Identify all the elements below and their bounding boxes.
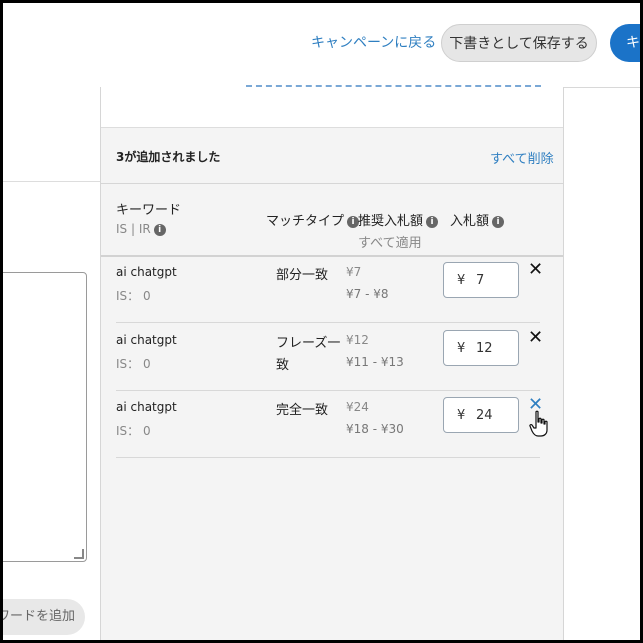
match-type-label: マッチタイプ bbox=[266, 214, 345, 229]
match-type-value: 完全一致 bbox=[276, 403, 329, 418]
table-row: ai chatgpt IS： 0 フレーズ一致 ¥12 ¥11 - ¥13 ¥ … bbox=[101, 325, 563, 393]
keyword-text: ai chatgpt bbox=[116, 265, 177, 279]
table-row: ai chatgpt IS： 0 完全一致 ¥24 ¥18 - ¥30 ¥ 24… bbox=[101, 392, 563, 460]
row-divider bbox=[116, 457, 540, 458]
column-header-recommended-bid: 推奨入札額 i bbox=[358, 210, 439, 229]
added-count-title: 3が追加されました bbox=[116, 150, 221, 164]
panel-top-strip bbox=[101, 87, 563, 128]
add-keyword-button[interactable]: ワードを追加 bbox=[3, 599, 85, 635]
column-header-match-type: マッチタイプ i bbox=[266, 210, 360, 229]
primary-action-button[interactable]: キ bbox=[610, 24, 640, 62]
currency-symbol: ¥ bbox=[457, 273, 466, 288]
match-type-value: 部分一致 bbox=[276, 268, 329, 283]
recommended-bid-label: 推奨入札額 bbox=[358, 214, 424, 229]
back-to-campaign-link[interactable]: キャンペーンに戻る bbox=[311, 32, 436, 52]
is-value: IS： 0 bbox=[116, 424, 151, 438]
table-row: ai chatgpt IS： 0 部分一致 ¥7 ¥7 - ¥8 ¥ 7 ✕ bbox=[101, 257, 563, 325]
apply-all-link[interactable]: すべて適用 bbox=[358, 232, 422, 251]
column-header-bid: 入札額 i bbox=[450, 210, 505, 229]
resize-handle-icon[interactable] bbox=[74, 549, 84, 559]
divider bbox=[3, 181, 100, 182]
bid-input[interactable]: ¥ 24 bbox=[443, 397, 519, 433]
column-header-is-ir: IS | IR i bbox=[116, 222, 166, 236]
added-keywords-panel: 3が追加されました すべて削除 キーワード IS | IR i マッチタイプ i 推… bbox=[100, 87, 564, 640]
recommended-bid-range: ¥7 - ¥8 bbox=[346, 287, 389, 301]
keyword-text: ai chatgpt bbox=[116, 333, 177, 347]
match-type-value: フレーズ一致 bbox=[276, 336, 341, 373]
delete-all-link[interactable]: すべて削除 bbox=[490, 148, 554, 167]
top-header: キャンペーンに戻る 下書きとして保存する キ bbox=[3, 3, 640, 88]
bid-input[interactable]: ¥ 7 bbox=[443, 262, 519, 298]
currency-symbol: ¥ bbox=[457, 408, 466, 423]
is-value: IS： 0 bbox=[116, 357, 151, 371]
divider bbox=[101, 183, 563, 184]
close-icon[interactable]: ✕ bbox=[528, 327, 543, 348]
keyword-entry-panel: ワードを追加 bbox=[3, 87, 100, 640]
keyword-text: ai chatgpt bbox=[116, 400, 177, 414]
bid-value: 7 bbox=[476, 273, 485, 288]
recommended-bid-range: ¥11 - ¥13 bbox=[346, 355, 404, 369]
keyword-textarea[interactable] bbox=[3, 272, 87, 562]
save-draft-button[interactable]: 下書きとして保存する bbox=[441, 24, 597, 62]
app-frame: キャンペーンに戻る 下書きとして保存する キ ワードを追加 3が追加されました … bbox=[3, 3, 640, 640]
info-icon[interactable]: i bbox=[492, 215, 505, 228]
is-ir-label: IS | IR bbox=[116, 222, 151, 236]
hand-cursor-icon bbox=[529, 410, 548, 437]
bid-input[interactable]: ¥ 12 bbox=[443, 330, 519, 366]
recommended-bid-value[interactable]: ¥12 bbox=[346, 333, 369, 347]
recommended-bid-value[interactable]: ¥24 bbox=[346, 400, 369, 414]
is-value: IS： 0 bbox=[116, 289, 151, 303]
row-divider bbox=[116, 322, 540, 323]
currency-symbol: ¥ bbox=[457, 341, 466, 356]
column-header-keyword: キーワード bbox=[116, 203, 182, 218]
bid-value: 12 bbox=[476, 341, 493, 356]
recommended-bid-range: ¥18 - ¥30 bbox=[346, 422, 404, 436]
row-divider bbox=[116, 390, 540, 391]
bid-value: 24 bbox=[476, 408, 493, 423]
info-icon[interactable]: i bbox=[426, 215, 439, 228]
info-icon[interactable]: i bbox=[153, 223, 166, 236]
bid-label: 入札額 bbox=[450, 214, 490, 229]
recommended-bid-value[interactable]: ¥7 bbox=[346, 265, 361, 279]
close-icon[interactable]: ✕ bbox=[528, 259, 543, 280]
